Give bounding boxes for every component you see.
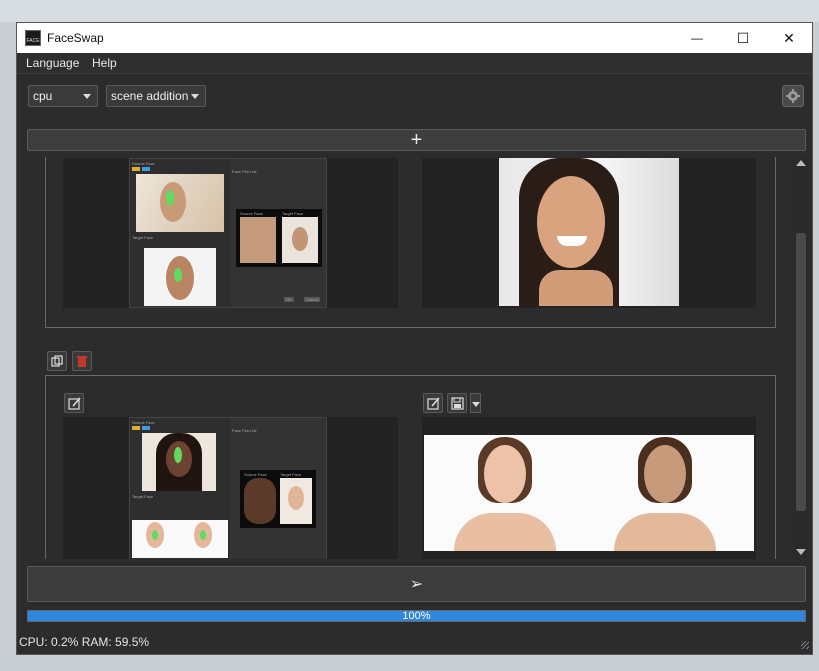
face-marker	[200, 530, 206, 540]
scene1-face-pair: Source Face Target Face	[236, 209, 322, 267]
scene2-pair-target-thumb	[280, 478, 312, 524]
scene1-pair-source-thumb	[240, 217, 276, 263]
close-icon: ✕	[783, 29, 795, 46]
window-title: FaceSwap	[47, 31, 104, 45]
scene2-face-pair-panel: Face Pair List Source Face Target Face	[230, 418, 326, 559]
gear-icon	[786, 89, 800, 103]
mode-select[interactable]: scene addition	[106, 85, 206, 107]
progress-label: 100%	[402, 610, 431, 622]
scene1-mini-source-label: Source Face	[132, 161, 155, 166]
face-marker	[166, 190, 174, 206]
scene2-pair-source-thumb	[244, 478, 276, 524]
face-shape	[537, 176, 605, 268]
scene2-source-preview[interactable]: Source Face Target Face Face Pair List S…	[63, 417, 398, 559]
scene2-result-preview[interactable]	[422, 417, 756, 559]
save-result-button[interactable]	[447, 393, 467, 413]
title-bar: FACE FaceSwap — ☐ ✕	[17, 23, 812, 53]
resize-grip[interactable]	[801, 641, 809, 649]
plus-icon: +	[410, 129, 423, 151]
scene2-mini-target-label: Target Face	[132, 494, 154, 499]
minimize-icon: —	[691, 31, 703, 45]
scene-list[interactable]: Source Face Target Face Face Pair List S…	[27, 157, 806, 559]
scene1-face-pair-panel: Face Pair List Source Face Target Face O…	[230, 159, 326, 307]
scene1-source-face-image	[136, 174, 224, 232]
chevron-down-icon	[83, 94, 91, 99]
folder-icon	[132, 167, 140, 171]
maximize-icon: ☐	[736, 29, 750, 46]
scene2-target-face-image	[132, 520, 228, 558]
menu-help[interactable]: Help	[92, 56, 117, 70]
duplicate-icon	[51, 355, 63, 367]
shoulders-shape	[454, 513, 556, 551]
scene1-mini-target-label: Target Face	[132, 235, 154, 240]
maximize-button[interactable]: ☐	[720, 23, 766, 53]
scene1-source-preview[interactable]: Source Face Target Face Face Pair List S…	[63, 158, 398, 308]
mode-select-value: scene addition	[111, 89, 189, 103]
scene1-mini-source: Source Face	[240, 211, 263, 216]
progress-bar: 100%	[27, 610, 806, 622]
face-shape	[484, 445, 526, 503]
duplicate-scene-button[interactable]	[47, 351, 67, 371]
chevron-down-icon	[472, 402, 480, 407]
scene1-mini-target: Target Face	[282, 211, 304, 216]
menu-separator	[17, 73, 812, 74]
scene1-preview-screenshot: Source Face Target Face Face Pair List S…	[129, 158, 327, 308]
shoulders-shape	[614, 513, 716, 551]
settings-button[interactable]	[782, 85, 804, 107]
desktop-background	[0, 0, 819, 22]
scene2-face-pair-label: Face Pair List	[232, 428, 257, 433]
scene1-mini-cancel: Cancel	[304, 297, 321, 302]
send-icon: ➢	[409, 576, 424, 593]
scene2-mini-target: Target Face	[280, 472, 302, 477]
delete-scene-button[interactable]	[72, 351, 92, 371]
device-select-value: cpu	[33, 89, 53, 103]
scene1-pair-target-thumb	[282, 217, 318, 263]
scroll-up-icon[interactable]	[796, 160, 806, 166]
scene1-result-image	[499, 158, 679, 306]
scene2-result-image	[424, 435, 754, 551]
scene1-mini-ok: OK	[284, 297, 294, 302]
scene-card-1: Source Face Target Face Face Pair List S…	[45, 157, 776, 328]
save-options-dropdown[interactable]	[470, 393, 481, 413]
folder-icon	[132, 426, 140, 430]
scene1-target-face-image	[144, 248, 216, 306]
menu-language[interactable]: Language	[26, 56, 79, 70]
face-marker	[174, 447, 182, 463]
chevron-down-icon	[191, 94, 199, 99]
scene2-source-face-image	[142, 433, 216, 491]
scroll-down-icon[interactable]	[796, 549, 806, 555]
face-shape	[288, 486, 304, 510]
edit-result-button[interactable]	[423, 393, 443, 413]
add-scene-button[interactable]: +	[27, 129, 806, 151]
trash-icon	[77, 356, 87, 367]
scene-card-2: Source Face Target Face Face Pair List S…	[45, 375, 776, 559]
edit-icon	[426, 396, 440, 410]
edit-icon	[67, 396, 81, 410]
save-icon	[450, 396, 464, 410]
scrollbar-thumb[interactable]	[796, 233, 806, 511]
scene2-preview-screenshot: Source Face Target Face Face Pair List S…	[129, 417, 327, 559]
face-shape	[644, 445, 686, 503]
scene1-face-pair-label: Face Pair List	[232, 169, 257, 174]
app-icon: FACE	[25, 30, 41, 46]
edit-source-button[interactable]	[64, 393, 84, 413]
facewap-window: FACE FaceSwap — ☐ ✕ Language Help cpu sc…	[16, 22, 813, 655]
run-button[interactable]: ➢	[27, 566, 806, 602]
face-shape	[292, 227, 308, 251]
scene2-face-pair: Source Face Target Face	[240, 470, 316, 528]
folder-icon	[142, 167, 150, 171]
minimize-button[interactable]: —	[674, 23, 720, 53]
close-button[interactable]: ✕	[766, 23, 812, 53]
scene2-mini-source-label: Source Face	[132, 420, 155, 425]
face-marker	[174, 268, 182, 282]
status-bar: CPU: 0.2% RAM: 59.5%	[19, 635, 150, 649]
scene1-result-preview[interactable]	[422, 158, 756, 308]
shoulders-shape	[539, 270, 613, 306]
face-marker	[152, 530, 158, 540]
device-select[interactable]: cpu	[28, 85, 98, 107]
vertical-scrollbar[interactable]	[794, 157, 808, 559]
menu-bar: Language Help	[17, 53, 812, 73]
scene2-mini-source: Source Face	[244, 472, 267, 477]
folder-icon	[142, 426, 150, 430]
